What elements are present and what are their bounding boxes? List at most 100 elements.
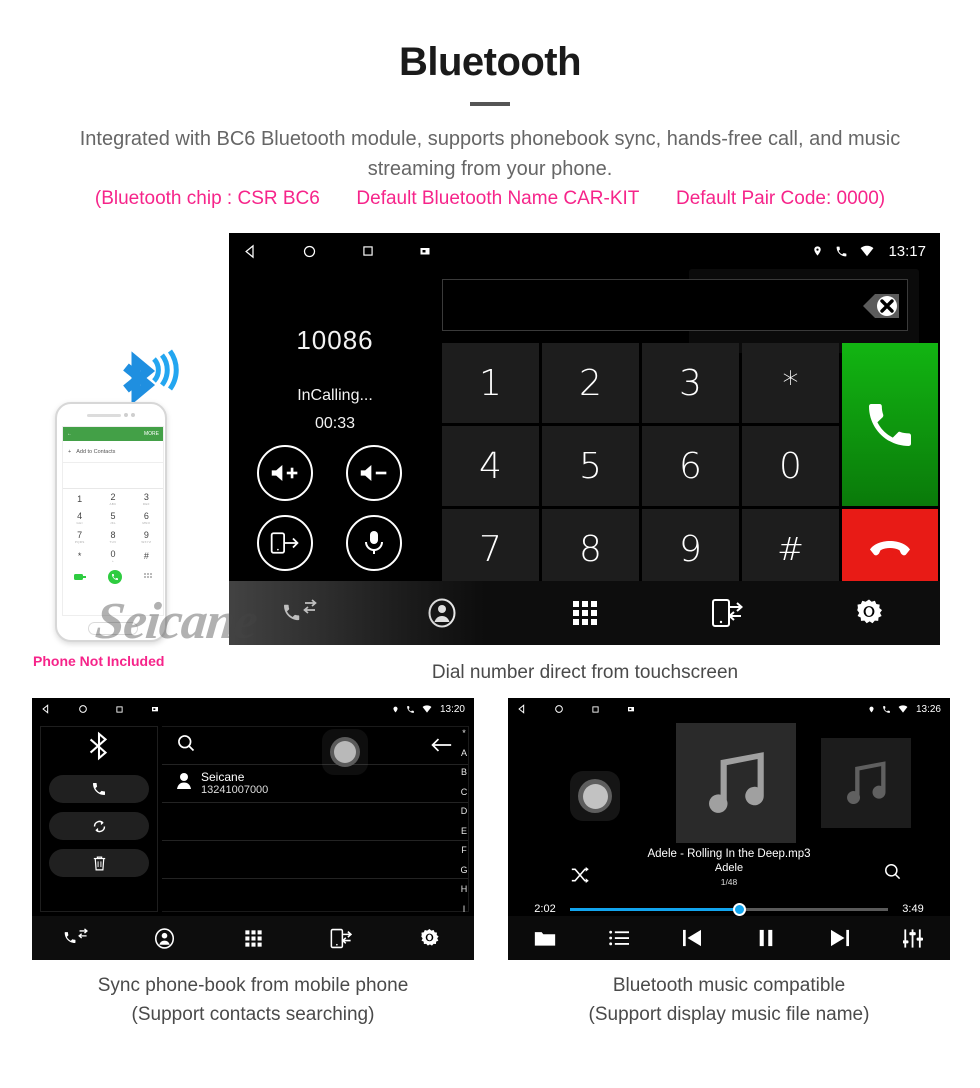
title-divider	[470, 102, 510, 106]
nav-keypad[interactable]	[209, 929, 297, 948]
album-art-current[interactable]	[676, 723, 796, 843]
phonebook-sync-button[interactable]	[49, 812, 149, 840]
index-letter[interactable]: A	[461, 748, 467, 758]
index-letter[interactable]: B	[461, 767, 467, 777]
key-7[interactable]: 7	[442, 509, 539, 589]
music-caption-line1: Bluetooth music compatible	[612, 975, 846, 996]
phone-key: 2 ABC	[109, 491, 117, 506]
screenshot-icon[interactable]	[419, 245, 431, 257]
nav-keypad[interactable]	[513, 599, 655, 627]
back-arrow-icon[interactable]	[430, 737, 452, 758]
phonebook-call-button[interactable]	[49, 775, 149, 803]
phonebook-search-row[interactable]	[162, 727, 468, 775]
volume-up-icon[interactable]	[257, 445, 313, 501]
contact-row-empty[interactable]	[162, 879, 468, 917]
mute-mic-icon[interactable]	[346, 515, 402, 571]
search-icon[interactable]	[176, 733, 196, 758]
phonebook-bottom-nav	[32, 916, 474, 960]
back-icon[interactable]	[41, 704, 51, 714]
nav-next[interactable]	[803, 929, 877, 947]
nav-folder[interactable]	[508, 929, 582, 947]
home-icon[interactable]	[78, 704, 88, 714]
key-2[interactable]: 2	[542, 343, 639, 423]
phonebook-delete-button[interactable]	[49, 849, 149, 877]
contact-row-empty[interactable]	[162, 803, 468, 841]
screenshot-icon[interactable]	[627, 705, 635, 713]
phone-back-arrow: ←	[67, 431, 72, 437]
album-art-carousel	[508, 723, 950, 843]
total-duration: 3:49	[902, 903, 924, 915]
android-nav-icons	[243, 244, 800, 259]
key-0[interactable]: 0	[742, 426, 839, 506]
music-clock: 13:26	[915, 703, 941, 715]
phone-keypad: 1 2 ABC 3 DEF 4 GHI 5 JKL 6 MNO 7 PQRS 8 TUV 9W…	[63, 489, 163, 565]
contact-row[interactable]: Seicane 13241007000	[162, 765, 468, 803]
index-letter[interactable]: F	[461, 845, 467, 855]
answer-call-button[interactable]	[842, 343, 938, 506]
transfer-to-phone-icon[interactable]	[257, 515, 313, 571]
index-letter[interactable]: I	[463, 904, 466, 914]
index-letter[interactable]: H	[461, 884, 468, 894]
key-hash[interactable]: #	[742, 509, 839, 589]
nav-equalizer[interactable]	[876, 928, 950, 948]
album-art-next[interactable]	[821, 738, 911, 828]
call-state-label: InCalling...	[297, 387, 373, 404]
index-letter[interactable]: C	[461, 787, 468, 797]
location-icon	[392, 705, 399, 714]
contact-number: 13241007000	[201, 784, 269, 796]
nav-pause[interactable]	[729, 929, 803, 947]
back-icon[interactable]	[517, 704, 527, 714]
bluetooth-icon[interactable]	[86, 731, 112, 766]
nav-phone-transfer[interactable]	[297, 928, 385, 949]
contact-row-empty[interactable]	[162, 841, 468, 879]
nav-previous[interactable]	[655, 929, 729, 947]
phone-key: 9 WXYZ	[141, 529, 152, 544]
index-letter[interactable]: D	[461, 806, 468, 816]
phone-app-bar: ← MORE	[63, 427, 163, 441]
key-4[interactable]: 4	[442, 426, 539, 506]
knob-outer-ring	[578, 779, 612, 813]
music-search-icon[interactable]	[883, 862, 902, 886]
nav-phone-transfer[interactable]	[656, 598, 798, 628]
nav-call-log[interactable]	[32, 928, 120, 948]
key-9[interactable]: 9	[642, 509, 739, 589]
key-5[interactable]: 5	[542, 426, 639, 506]
nav-playlist[interactable]	[582, 929, 656, 947]
phone-earpiece	[57, 404, 165, 426]
spec-chip: (Bluetooth chip : CSR BC6	[94, 188, 320, 209]
knob-outer-ring	[330, 737, 360, 767]
home-icon[interactable]	[554, 704, 564, 714]
music-caption: Bluetooth music compatible (Support disp…	[508, 971, 950, 1029]
end-call-button[interactable]	[842, 509, 938, 589]
index-letter[interactable]: *	[462, 728, 466, 738]
key-8[interactable]: 8	[542, 509, 639, 589]
backspace-icon[interactable]	[841, 286, 903, 326]
nav-contacts[interactable]	[120, 927, 208, 949]
index-letter[interactable]: G	[460, 865, 467, 875]
music-player-screenshot: 13:26 Adele - Rolling In the Deep.mp3 Ad…	[508, 698, 950, 960]
page-title: Bluetooth	[398, 40, 582, 84]
seek-bar-thumb[interactable]	[732, 902, 746, 916]
seek-bar-row[interactable]: 2:02 3:49	[508, 902, 950, 916]
home-icon[interactable]	[302, 244, 317, 259]
key-6[interactable]: 6	[642, 426, 739, 506]
back-icon[interactable]	[243, 244, 258, 259]
recents-icon[interactable]	[361, 244, 375, 258]
shuffle-icon[interactable]	[570, 866, 590, 889]
recents-icon[interactable]	[115, 705, 124, 714]
contact-avatar-icon	[176, 772, 192, 795]
recents-icon[interactable]	[591, 705, 600, 714]
index-letter[interactable]: E	[461, 826, 467, 836]
key-1[interactable]: 1	[442, 343, 539, 423]
nav-settings[interactable]	[386, 928, 474, 949]
key-3[interactable]: 3	[642, 343, 739, 423]
alphabet-index[interactable]: * A B C D E F G H I	[454, 726, 474, 916]
phonebook-caption-line1: Sync phone-book from mobile phone	[97, 975, 409, 996]
seek-bar-track[interactable]	[570, 902, 888, 916]
nav-settings[interactable]	[798, 598, 940, 628]
number-input-field[interactable]	[442, 279, 908, 331]
key-star[interactable]: *	[742, 343, 839, 423]
phone-key: 7 PQRS	[74, 529, 85, 544]
screenshot-icon[interactable]	[151, 705, 159, 713]
volume-down-icon[interactable]	[346, 445, 402, 501]
